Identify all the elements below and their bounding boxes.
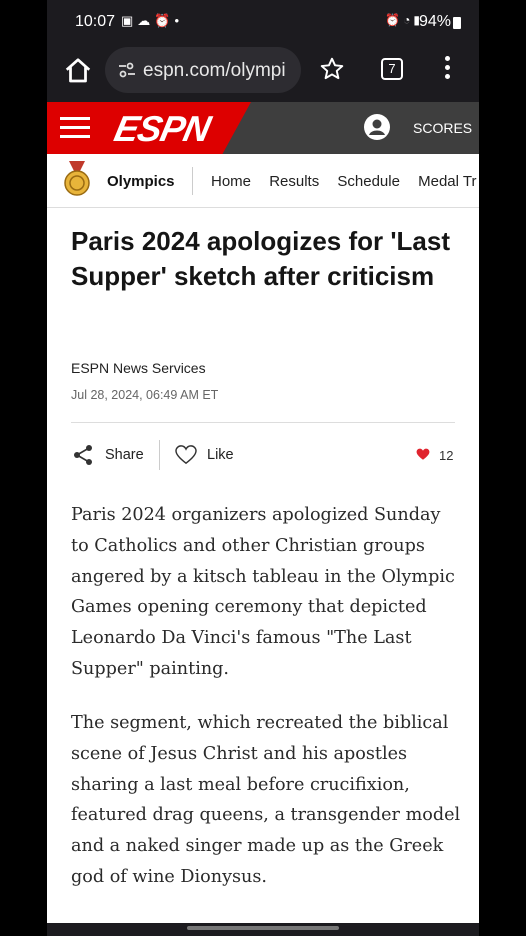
wifi-icon: ◔ [403, 13, 414, 27]
tab-switcher-button[interactable]: 7 [381, 58, 403, 80]
article-divider [71, 422, 455, 423]
alarm-icon: ⏰ [385, 13, 404, 27]
notification-icons: ▣☁⏰• [121, 13, 183, 29]
subnav-links: Home Results Schedule Medal Tr [211, 173, 479, 190]
address-bar[interactable]: espn.com/olympi [105, 47, 301, 93]
cloud-icon: ☁ [137, 13, 155, 28]
status-bar: 10:07 ▣☁⏰• ⏰◔▮ 94% [47, 0, 479, 44]
article-date: Jul 28, 2024, 06:49 AM ET [71, 388, 219, 402]
espn-header: ESPN SCORES [47, 102, 479, 154]
article-paragraph: Paris 2024 organizers apologized Sunday … [71, 505, 455, 679]
site-settings-icon[interactable] [117, 60, 137, 80]
article-body: Paris 2024 apologizes for 'Last Supper' … [47, 208, 479, 923]
action-separator [159, 440, 160, 470]
image-icon: ▣ [121, 13, 138, 28]
espn-logo[interactable]: ESPN [111, 108, 214, 150]
system-icons: ⏰◔▮ [385, 13, 423, 27]
olympic-medal-icon [64, 161, 90, 196]
share-icon[interactable] [73, 444, 93, 466]
battery-percent: 94% [418, 13, 451, 30]
subnav-link-results[interactable]: Results [269, 173, 319, 190]
alarm-icon: ⏰ [154, 13, 175, 28]
hamburger-menu-icon[interactable] [60, 117, 90, 139]
heart-outline-icon[interactable] [175, 445, 197, 465]
battery-icon [453, 17, 461, 29]
home-icon[interactable] [63, 56, 93, 86]
scores-link[interactable]: SCORES [413, 120, 472, 136]
browser-toolbar: espn.com/olympi 7 [47, 44, 479, 102]
heart-filled-icon [416, 448, 430, 460]
gesture-bar[interactable] [187, 926, 339, 930]
share-button[interactable]: Share [105, 447, 144, 463]
status-time: 10:07 [75, 13, 116, 30]
subnav-link-schedule[interactable]: Schedule [337, 173, 400, 190]
olympics-subnav: Olympics Home Results Schedule Medal Tr [47, 154, 479, 208]
subnav-link-home[interactable]: Home [211, 173, 251, 190]
like-count: 12 [439, 448, 454, 463]
article-headline: Paris 2024 apologizes for 'Last Supper' … [71, 226, 450, 291]
article-byline: ESPN News Services [71, 360, 206, 376]
bookmark-star-icon[interactable] [319, 56, 345, 82]
user-account-icon[interactable] [363, 113, 391, 141]
more-menu-icon[interactable] [443, 56, 453, 84]
article-paragraph: The segment, which recreated the biblica… [71, 713, 461, 887]
subnav-divider [192, 167, 193, 195]
subnav-link-medal-tracker[interactable]: Medal Tr [418, 173, 476, 190]
dot-icon: • [174, 13, 184, 28]
url-text: espn.com/olympi [143, 60, 286, 81]
section-title[interactable]: Olympics [107, 173, 175, 190]
like-button[interactable]: Like [207, 447, 234, 463]
phone-screen: 10:07 ▣☁⏰• ⏰◔▮ 94% espn.com/olympi 7 ESP… [47, 0, 479, 936]
